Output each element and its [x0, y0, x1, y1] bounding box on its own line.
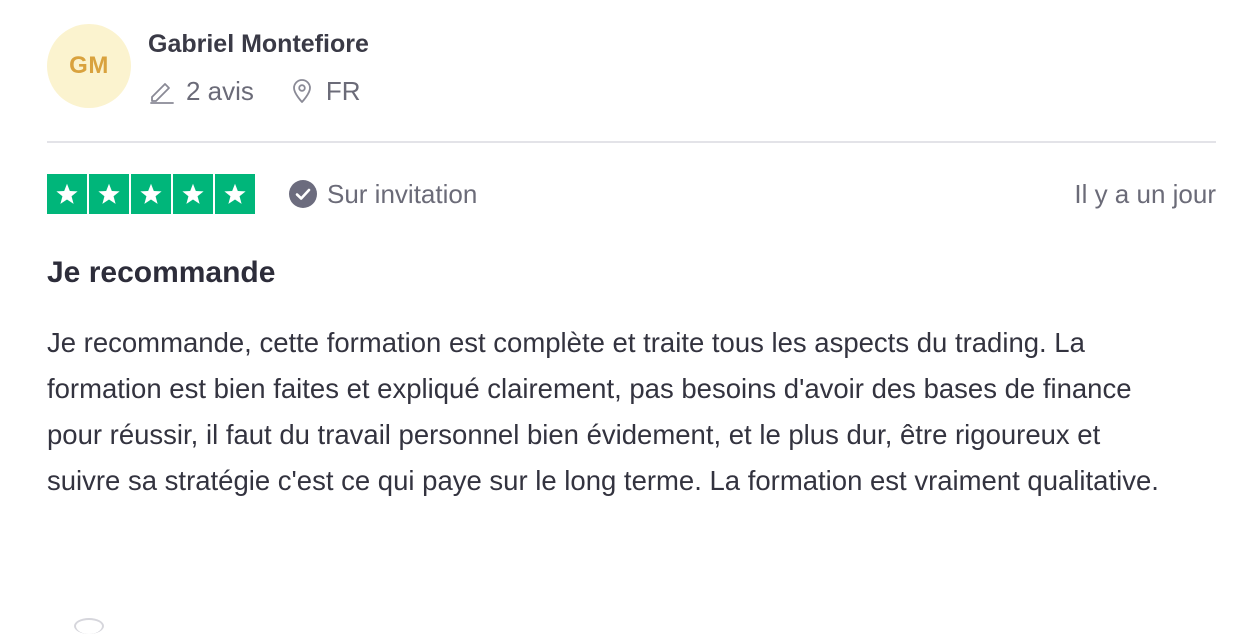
reviewer-name[interactable]: Gabriel Montefiore: [148, 30, 369, 59]
review-date: Il y a un jour: [1074, 178, 1216, 209]
avatar-initials: GM: [69, 52, 109, 79]
star-icon: [173, 174, 213, 214]
verification-label: Sur invitation: [327, 178, 478, 209]
star-rating: [47, 174, 255, 214]
star-icon: [215, 174, 255, 214]
verification-badge[interactable]: Sur invitation: [288, 177, 477, 211]
star-icon: [47, 174, 87, 214]
reviews-count-label: 2 avis: [186, 75, 254, 106]
review-card: GM Gabriel Montefiore 2 avis FR Sur invi…: [0, 0, 1256, 634]
reviewer-meta: 2 avis FR: [148, 74, 395, 108]
avatar[interactable]: GM: [47, 24, 131, 108]
check-circle-icon: [288, 179, 318, 209]
location-pin-icon: [288, 77, 316, 105]
pencil-icon: [148, 77, 176, 105]
star-icon: [131, 174, 171, 214]
star-icon: [89, 174, 129, 214]
review-title[interactable]: Je recommande: [47, 256, 275, 290]
divider: [47, 141, 1216, 143]
reviewer-location: FR: [288, 76, 361, 107]
cut-off-icon: [74, 618, 104, 634]
reviews-count: 2 avis: [148, 76, 254, 107]
review-body: Je recommande, cette formation est compl…: [47, 327, 1159, 496]
country-label: FR: [325, 75, 361, 106]
